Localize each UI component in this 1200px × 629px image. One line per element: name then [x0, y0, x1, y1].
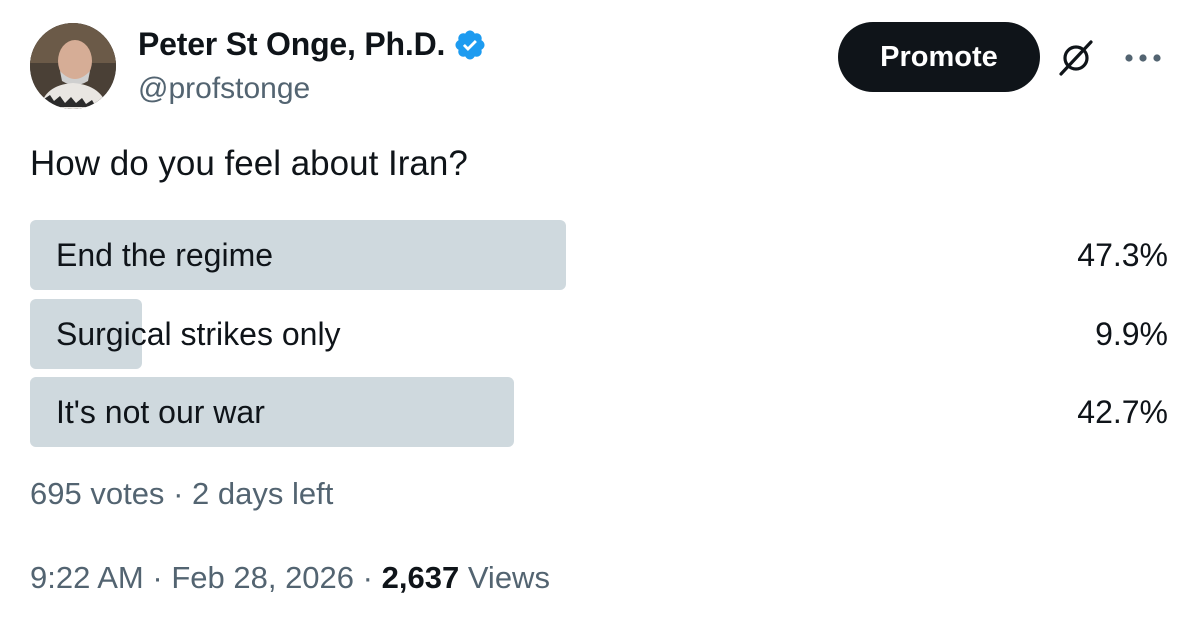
- poll-option: It's not our war 42.7%: [30, 377, 1170, 447]
- poll-meta: 695 votes · 2 days left: [30, 476, 333, 512]
- timestamp-separator: ·: [152, 560, 163, 595]
- promote-button[interactable]: Promote: [838, 22, 1040, 92]
- poll-question: How do you feel about Iran?: [30, 144, 468, 183]
- post-time[interactable]: 9:22 AM: [30, 560, 144, 595]
- author-handle[interactable]: @profstonge: [138, 72, 310, 106]
- poll-option-label: It's not our war: [56, 393, 265, 430]
- avatar[interactable]: [30, 23, 116, 109]
- grok-icon[interactable]: [1056, 38, 1096, 78]
- author-name-row: Peter St Onge, Ph.D.: [138, 26, 487, 63]
- poll-option-percent: 42.7%: [1077, 393, 1168, 430]
- post-date[interactable]: Feb 28, 2026: [171, 560, 354, 595]
- poll-meta-separator: ·: [173, 476, 184, 511]
- poll-option: Surgical strikes only 9.9%: [30, 299, 1170, 369]
- poll-option-label: Surgical strikes only: [56, 315, 341, 352]
- views-label[interactable]: Views: [468, 560, 550, 595]
- poll-option-label: End the regime: [56, 236, 274, 273]
- views-count[interactable]: 2,637: [382, 560, 460, 595]
- post-timestamp-row: 9:22 AM · Feb 28, 2026 · 2,637 Views: [30, 560, 550, 596]
- poll-vote-count: 695 votes: [30, 476, 165, 511]
- verified-badge-icon[interactable]: [453, 28, 487, 62]
- poll-option: End the regime 47.3%: [30, 220, 1170, 290]
- poll-option-percent: 47.3%: [1077, 236, 1168, 273]
- timestamp-separator: ·: [362, 560, 373, 595]
- poll-time-left: 2 days left: [192, 476, 334, 511]
- more-options-icon[interactable]: [1122, 52, 1164, 64]
- poll-option-percent: 9.9%: [1095, 315, 1168, 352]
- author-display-name[interactable]: Peter St Onge, Ph.D.: [138, 26, 445, 63]
- avatar-image: [30, 23, 116, 109]
